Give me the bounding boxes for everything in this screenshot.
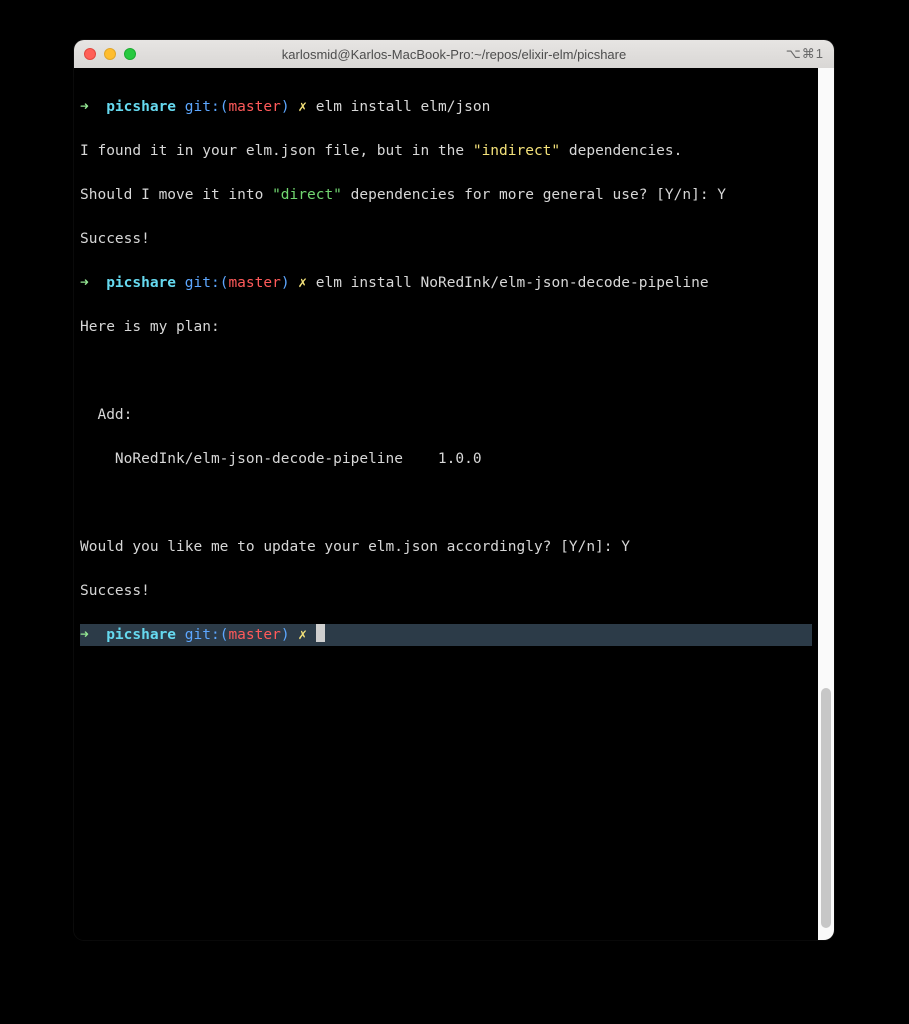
string-literal: "indirect"	[473, 143, 560, 159]
prompt-git-open: git:(	[185, 275, 229, 291]
prompt-arrow-icon: ➜	[80, 99, 89, 115]
output-line: NoRedInk/elm-json-decode-pipeline 1.0.0	[80, 448, 812, 470]
output-success: Success!	[80, 580, 812, 602]
output-line: I found it in your elm.json file, but in…	[80, 140, 812, 162]
scrollbar-thumb[interactable]	[821, 688, 831, 928]
string-literal: "direct"	[272, 187, 342, 203]
scrollbar[interactable]	[818, 68, 834, 940]
text: dependencies.	[560, 143, 682, 159]
output-line: Add:	[80, 404, 812, 426]
window-title: karlosmid@Karlos-MacBook-Pro:~/repos/eli…	[74, 47, 834, 62]
prompt-arrow-icon: ➜	[80, 627, 89, 643]
prompt-git-close: )	[281, 627, 290, 643]
stage: karlosmid@Karlos-MacBook-Pro:~/repos/eli…	[0, 0, 909, 1024]
prompt-line-1: ➜ picshare git:(master) ✗ elm install el…	[80, 96, 812, 118]
prompt-dirty-icon: ✗	[298, 275, 307, 291]
prompt-arrow-icon: ➜	[80, 275, 89, 291]
prompt-line-2: ➜ picshare git:(master) ✗ elm install No…	[80, 272, 812, 294]
prompt-branch: master	[228, 99, 280, 115]
cursor	[316, 624, 325, 642]
output-success: Success!	[80, 228, 812, 250]
prompt-dirty-icon: ✗	[298, 627, 307, 643]
prompt-dir: picshare	[106, 627, 176, 643]
maximize-icon[interactable]	[124, 48, 136, 60]
prompt-branch: master	[228, 627, 280, 643]
prompt-git-close: )	[281, 275, 290, 291]
text: dependencies for more general use? [Y/n]…	[342, 187, 726, 203]
window-shortcut: ⌥⌘1	[786, 46, 824, 62]
minimize-icon[interactable]	[104, 48, 116, 60]
output-line: Would you like me to update your elm.jso…	[80, 536, 812, 558]
prompt-branch: master	[228, 275, 280, 291]
blank-line	[80, 492, 812, 514]
prompt-git-close: )	[281, 99, 290, 115]
terminal-window: karlosmid@Karlos-MacBook-Pro:~/repos/eli…	[74, 40, 834, 940]
command-2: elm install NoRedInk/elm-json-decode-pip…	[316, 275, 709, 291]
window-controls	[84, 48, 136, 60]
prompt-line-current[interactable]: ➜ picshare git:(master) ✗	[80, 624, 812, 646]
blank-line	[80, 360, 812, 382]
close-icon[interactable]	[84, 48, 96, 60]
command-1: elm install elm/json	[316, 99, 491, 115]
titlebar[interactable]: karlosmid@Karlos-MacBook-Pro:~/repos/eli…	[74, 40, 834, 68]
output-line: Should I move it into "direct" dependenc…	[80, 184, 812, 206]
text: I found it in your elm.json file, but in…	[80, 143, 473, 159]
text: Should I move it into	[80, 187, 272, 203]
prompt-git-open: git:(	[185, 627, 229, 643]
prompt-dir: picshare	[106, 99, 176, 115]
prompt-dirty-icon: ✗	[298, 99, 307, 115]
terminal-body: ➜ picshare git:(master) ✗ elm install el…	[74, 68, 834, 940]
prompt-git-open: git:(	[185, 99, 229, 115]
output-line: Here is my plan:	[80, 316, 812, 338]
prompt-dir: picshare	[106, 275, 176, 291]
terminal-output[interactable]: ➜ picshare git:(master) ✗ elm install el…	[74, 68, 818, 940]
